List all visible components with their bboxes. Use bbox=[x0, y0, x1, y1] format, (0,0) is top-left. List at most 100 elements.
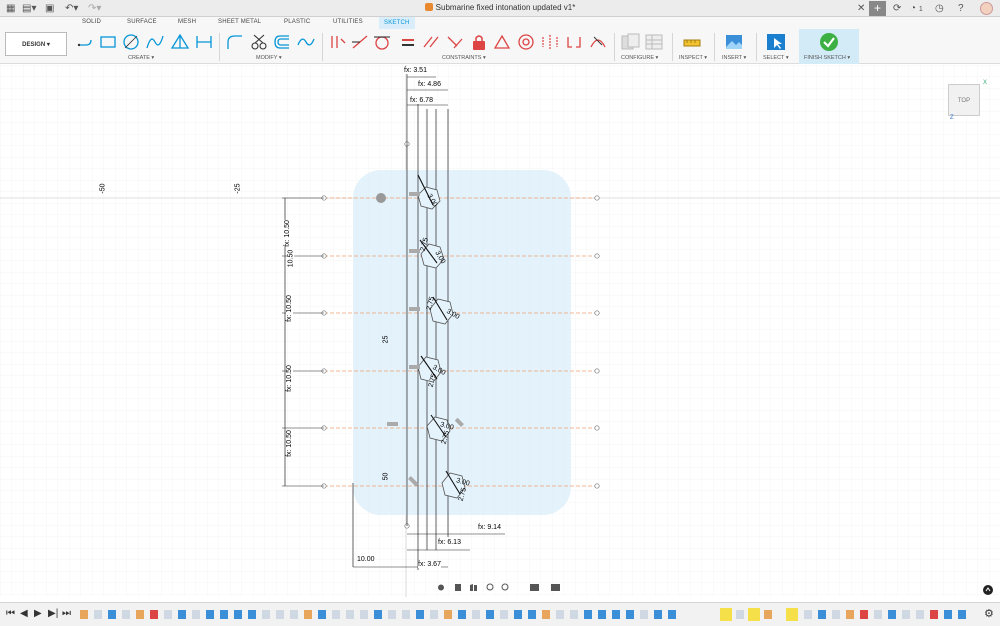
configure-menu[interactable]: CONFIGURE ▾ bbox=[621, 55, 658, 61]
configure-icon[interactable] bbox=[620, 33, 640, 51]
equal-constraint-icon[interactable] bbox=[398, 33, 418, 51]
tangent-constraint-icon[interactable] bbox=[372, 33, 392, 51]
collinear-constraint-icon[interactable] bbox=[350, 33, 370, 51]
user-avatar[interactable] bbox=[980, 2, 993, 15]
pan-icon[interactable] bbox=[470, 584, 477, 591]
inspect-menu[interactable]: INSPECT ▾ bbox=[679, 55, 707, 61]
sketch-point[interactable] bbox=[594, 368, 600, 374]
document-title: Submarine fixed intonation updated v1* bbox=[0, 3, 1000, 12]
measure-icon[interactable] bbox=[682, 33, 702, 51]
dimension-label[interactable]: fx: 6.13 bbox=[438, 539, 461, 546]
viewcube[interactable]: TOP bbox=[948, 84, 980, 116]
tab-sheet-metal[interactable]: SHEET METAL bbox=[218, 19, 261, 25]
arc-tool-icon[interactable] bbox=[145, 33, 165, 51]
help-icon[interactable]: ? bbox=[958, 2, 964, 15]
sketch-point[interactable] bbox=[594, 425, 600, 431]
smooth-constraint-icon[interactable] bbox=[588, 33, 608, 51]
sketch-svg[interactable] bbox=[0, 65, 1000, 597]
timeline-last-icon[interactable]: ⏭ bbox=[62, 609, 71, 619]
constraint-glyph[interactable] bbox=[409, 307, 420, 311]
fillet-tool-icon[interactable] bbox=[225, 33, 245, 51]
tab-sketch[interactable]: SKETCH bbox=[379, 17, 415, 29]
notifications-icon[interactable]: ◷ bbox=[935, 2, 944, 15]
display-settings-icon[interactable] bbox=[530, 584, 539, 591]
constraint-glyph[interactable] bbox=[409, 192, 420, 196]
dimension-label[interactable]: fx: 6.78 bbox=[410, 97, 433, 104]
sketch-canvas[interactable]: -50 -25 25 50 fx: 3.51 fx: 4.86 fx: 6.78… bbox=[0, 65, 1000, 597]
timeline-prev-icon[interactable]: ◀ bbox=[20, 609, 28, 619]
tab-mesh[interactable]: MESH bbox=[178, 19, 196, 25]
finish-sketch-button[interactable]: FINISH SKETCH ▾ bbox=[799, 29, 859, 64]
ribbon-separator bbox=[756, 33, 757, 61]
comments-icon[interactable] bbox=[983, 585, 993, 595]
job-status-icon[interactable]: ◔ 1 bbox=[910, 2, 923, 16]
coincident-constraint-icon[interactable] bbox=[328, 33, 348, 51]
insert-menu[interactable]: INSERT ▾ bbox=[722, 55, 746, 61]
constraints-menu[interactable]: CONSTRAINTS ▾ bbox=[442, 55, 486, 61]
title-bar: ▦ ▤▾ ▣ ↶▾ ↷▾ Submarine fixed intonation … bbox=[0, 0, 1000, 17]
zoom-icon[interactable] bbox=[486, 583, 494, 591]
grid-label-neg50: -50 bbox=[99, 183, 107, 194]
symmetry-constraint-icon[interactable] bbox=[540, 33, 560, 51]
insert-image-icon[interactable] bbox=[724, 33, 744, 51]
timeline-play-icon[interactable]: ▶ bbox=[34, 609, 42, 619]
sketch-point[interactable] bbox=[594, 253, 600, 259]
new-tab-button[interactable]: + bbox=[869, 1, 886, 16]
slot-tool-icon[interactable] bbox=[194, 33, 214, 51]
line-tool-icon[interactable] bbox=[76, 33, 96, 51]
dimension-label[interactable]: 10.00 bbox=[357, 556, 375, 563]
select-tool-icon[interactable] bbox=[766, 33, 786, 51]
horizontal-vertical-constraint-icon[interactable] bbox=[564, 33, 584, 51]
timeline-first-icon[interactable]: ⏮ bbox=[6, 609, 15, 619]
timeline-settings-icon[interactable]: ⚙ bbox=[984, 609, 994, 620]
constraint-glyph[interactable] bbox=[409, 365, 420, 369]
workspace-switcher-button[interactable]: DESIGN ▾ bbox=[5, 32, 67, 56]
toolbar-ribbon: DESIGN ▾ CREATE ▾ MODIFY ▾ CONSTRAINTS ▾ bbox=[0, 29, 1000, 64]
modify-menu[interactable]: MODIFY ▾ bbox=[256, 55, 282, 61]
sketch-point[interactable] bbox=[594, 195, 600, 201]
dimension-label[interactable]: fx: 9.14 bbox=[478, 524, 501, 531]
grid-label-25: 25 bbox=[382, 335, 390, 344]
close-tab-icon[interactable]: ✕ bbox=[857, 2, 865, 15]
fit-icon[interactable] bbox=[501, 583, 509, 591]
constraint-glyph[interactable] bbox=[409, 249, 420, 253]
dimension-label[interactable]: fx: 10.50 bbox=[285, 295, 293, 322]
tab-plastic[interactable]: PLASTIC bbox=[284, 19, 310, 25]
tab-utilities[interactable]: UTILITIES bbox=[333, 19, 363, 25]
trim-tool-icon[interactable] bbox=[249, 33, 269, 51]
spline-tool-icon[interactable] bbox=[296, 33, 316, 51]
extensions-icon[interactable]: ⟳ bbox=[893, 2, 901, 15]
offset-tool-icon[interactable] bbox=[272, 33, 292, 51]
polygon-tool-icon[interactable] bbox=[170, 33, 190, 51]
fix-constraint-icon[interactable] bbox=[469, 33, 489, 51]
orbit-icon[interactable] bbox=[438, 584, 444, 591]
sketch-point[interactable] bbox=[594, 310, 600, 316]
concentric-constraint-icon[interactable] bbox=[516, 33, 536, 51]
timeline-features[interactable] bbox=[80, 607, 980, 623]
tab-solid[interactable]: SOLID bbox=[82, 19, 101, 25]
parallel-constraint-icon[interactable] bbox=[421, 33, 441, 51]
select-menu[interactable]: SELECT ▾ bbox=[763, 55, 789, 61]
rectangle-tool-icon[interactable] bbox=[98, 33, 118, 51]
dimension-label[interactable]: fx: 3.67 bbox=[418, 561, 441, 568]
ribbon-separator bbox=[614, 33, 615, 61]
dimension-label[interactable]: fx: 10.50 bbox=[285, 365, 293, 392]
grid-settings-icon[interactable] bbox=[551, 584, 560, 591]
origin-point-icon[interactable] bbox=[376, 193, 386, 203]
timeline-next-icon[interactable]: ▶| bbox=[48, 609, 58, 619]
look-at-icon[interactable] bbox=[455, 584, 461, 591]
dimension-label[interactable]: fx: 3.51 bbox=[404, 67, 427, 74]
dimension-label[interactable]: 10.50 bbox=[287, 249, 295, 268]
sketch-point[interactable] bbox=[594, 483, 600, 489]
circle-tool-icon[interactable] bbox=[121, 33, 141, 51]
configure-table-icon[interactable] bbox=[644, 33, 664, 51]
perpendicular-constraint-icon[interactable] bbox=[445, 33, 465, 51]
dimension-label[interactable]: fx: 10.50 bbox=[283, 220, 291, 247]
job-count: 1 bbox=[918, 6, 923, 13]
midpoint-constraint-icon[interactable] bbox=[492, 33, 512, 51]
dimension-label[interactable]: fx: 4.86 bbox=[418, 81, 441, 88]
dimension-label[interactable]: fx: 10.50 bbox=[285, 430, 293, 457]
create-menu[interactable]: CREATE ▾ bbox=[128, 55, 154, 61]
constraint-glyph[interactable] bbox=[387, 422, 398, 426]
tab-surface[interactable]: SURFACE bbox=[127, 19, 157, 25]
